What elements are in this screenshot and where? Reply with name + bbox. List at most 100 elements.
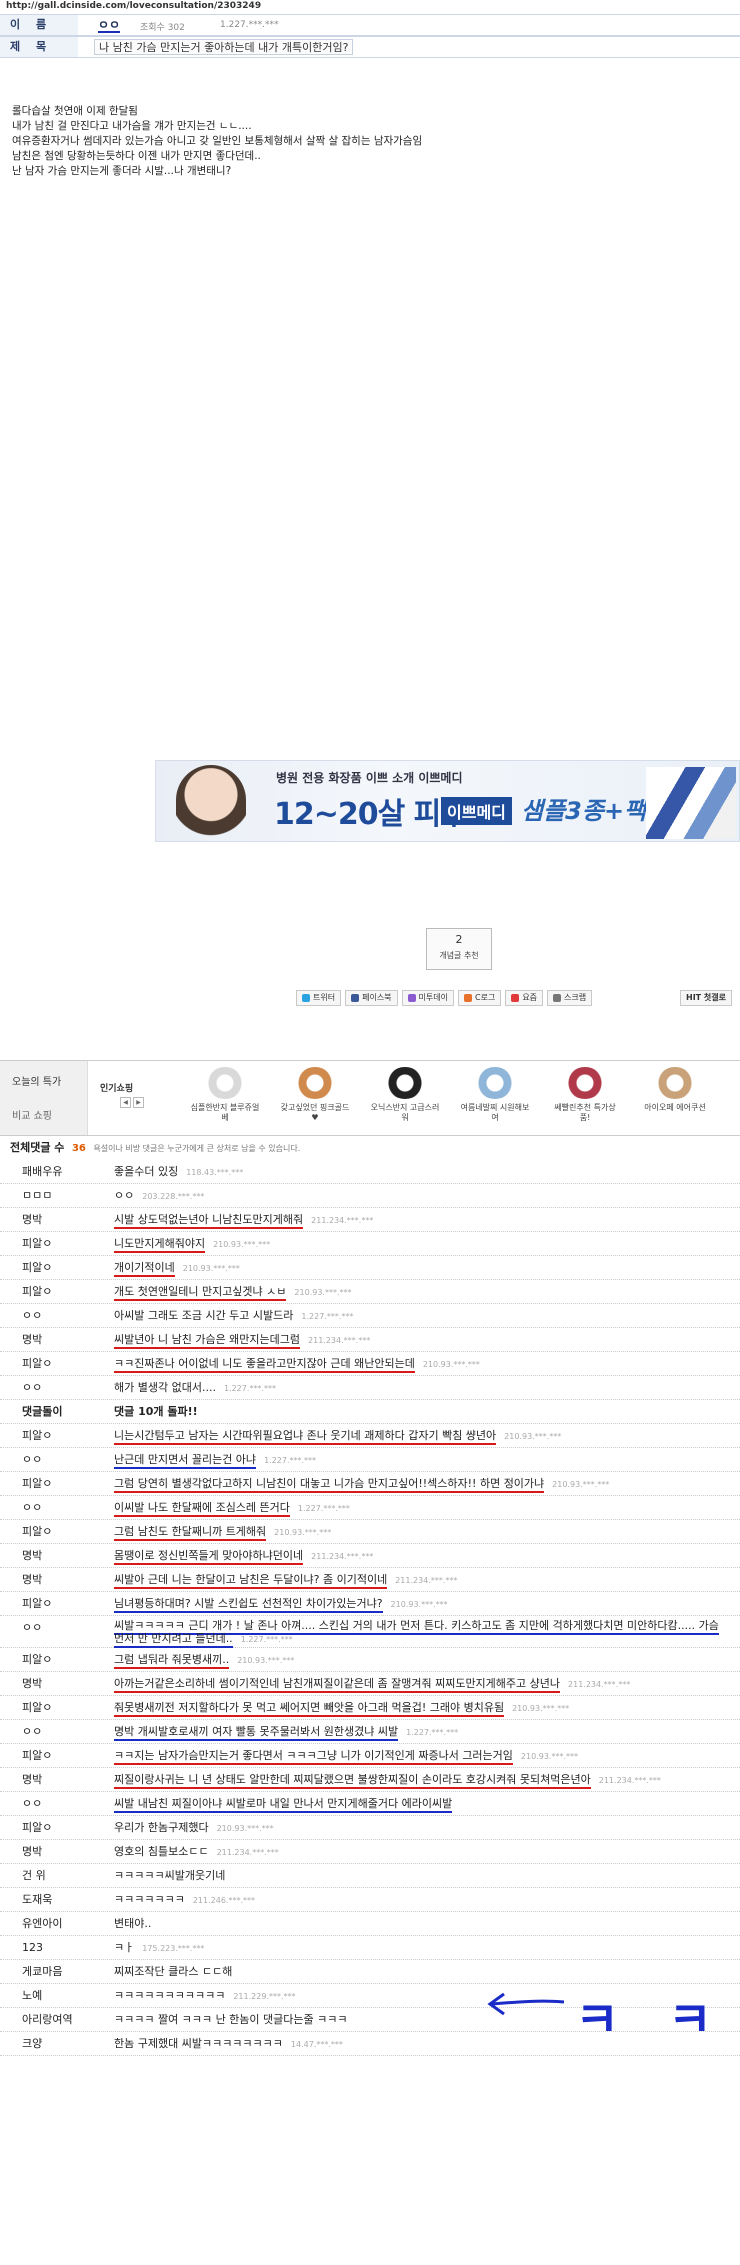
- comment-nick[interactable]: 유엔아이: [22, 1912, 62, 1936]
- comment-body: 난근데 만지면서 꼴리는건 아냐 1.227.***.***: [114, 1448, 316, 1472]
- comment-nick[interactable]: ㅇㅇ: [22, 1448, 42, 1472]
- comment-nick[interactable]: 아리랑여역: [22, 2008, 73, 2032]
- comment-row: 피알ㅇ 그럼 냅둬라 줘못병새끼.. 210.93.***.***: [0, 1648, 740, 1672]
- comment-nick[interactable]: ㅇㅇ: [22, 1376, 42, 1400]
- comment-nick[interactable]: 도재욱: [22, 1888, 52, 1912]
- comment-row: 건 위 ㅋㅋㅋㅋㅋ씨발개웃기네: [0, 1864, 740, 1888]
- comment-nick[interactable]: ㅁㅁㅁ: [22, 1184, 52, 1208]
- comment-nick[interactable]: 피알ㅇ: [22, 1648, 52, 1672]
- yozm-icon: [511, 994, 520, 1002]
- comment-nick[interactable]: 댓글돌이: [22, 1400, 62, 1424]
- comment-nick[interactable]: 피알ㅇ: [22, 1816, 52, 1840]
- shop-item[interactable]: 아이오페 에어쿠션: [640, 1067, 710, 1113]
- comment-nick[interactable]: 피알ㅇ: [22, 1280, 52, 1304]
- shop-item[interactable]: 여름네발찌 시원해보여: [460, 1067, 530, 1123]
- share-button-3[interactable]: C로그: [458, 990, 502, 1006]
- shop-next-button[interactable]: ▶: [133, 1097, 144, 1108]
- comment-row: 피알ㅇ 니도만지게해줘야지 210.93.***.***: [0, 1232, 740, 1256]
- comment-row: 패배우유 좋을수더 있징 118.43.***.***: [0, 1160, 740, 1184]
- comment-body: 씨발년아 니 남친 가슴은 왜만지는데그럼 211.234.***.***: [114, 1328, 370, 1352]
- comment-body: 좋을수더 있징 118.43.***.***: [114, 1160, 243, 1184]
- comment-nick[interactable]: 피알ㅇ: [22, 1472, 52, 1496]
- share-button-1[interactable]: 페이스북: [345, 990, 398, 1006]
- comment-nick[interactable]: 피알ㅇ: [22, 1696, 52, 1720]
- comment-ip: 210.93.***.***: [182, 1264, 240, 1273]
- comment-row: 명박 시발 상도덕없는년아 니남친도만지게해줘 211.234.***.***: [0, 1208, 740, 1232]
- comment-body: 몸땡이로 정신빈쪽들게 맞아야하냐던이네 211.234.***.***: [114, 1544, 373, 1568]
- comment-ip: 210.93.***.***: [274, 1528, 332, 1537]
- shop-side-tabs: 오늘의 특가 비교 쇼핑: [0, 1061, 88, 1135]
- comment-text: 아씨발 그래도 조금 시간 두고 시발드라: [114, 1309, 294, 1322]
- comment-nick[interactable]: ㅇㅇ: [22, 1720, 42, 1744]
- comment-nick[interactable]: 피알ㅇ: [22, 1256, 52, 1280]
- comment-nick[interactable]: 명박: [22, 1208, 42, 1232]
- comment-text: 영호의 침틀보소ㄷㄷ: [114, 1845, 209, 1858]
- comment-nick[interactable]: 노예: [22, 1984, 42, 2008]
- comment-nick[interactable]: 피알ㅇ: [22, 1232, 52, 1256]
- ad-banner[interactable]: 병원 전용 화장품 이쁘 소개 이쁘메디 12~20살 피부로! 이쁘메디 샘플…: [155, 760, 740, 842]
- comment-nick[interactable]: 123: [22, 1936, 43, 1960]
- shop-item[interactable]: 쎄빨린추천 특가상품!: [550, 1067, 620, 1123]
- comment-count-title: 전체댓글 수: [10, 1141, 65, 1154]
- comment-ip: 175.223.***.***: [142, 1944, 205, 1953]
- comment-ip: 210.93.***.***: [294, 1288, 352, 1297]
- page-url: http://gall.dcinside.com/loveconsultatio…: [6, 1, 262, 11]
- comment-nick[interactable]: ㅇㅇ: [22, 1496, 42, 1520]
- comment-body: 아씨발 그래도 조금 시간 두고 시발드라 1.227.***.***: [114, 1304, 353, 1328]
- recommend-button[interactable]: 2 개념글 추천: [426, 928, 492, 970]
- share-button-0[interactable]: 트위터: [296, 990, 342, 1006]
- hit-gallery-button[interactable]: HIT 첫갤로: [680, 990, 732, 1006]
- comment-nick[interactable]: 패배우유: [22, 1160, 62, 1184]
- shopping-strip: 오늘의 특가 비교 쇼핑 인기쇼핑 ◀ ▶ 심플한반지 블루쥬얼베 갖고싶었던 핑…: [0, 1060, 740, 1136]
- comment-ip: 211.229.***.***: [233, 1992, 296, 2001]
- tab-compare-shopping[interactable]: 비교 쇼핑: [12, 1107, 52, 1122]
- ad-brand: 이쁘메디: [441, 797, 512, 825]
- comment-nick[interactable]: 명박: [22, 1672, 42, 1696]
- comment-ip: 1.227.***.***: [297, 1504, 350, 1513]
- ad-product-image: [646, 767, 736, 839]
- comment-ip: 211.234.***.***: [308, 1336, 371, 1345]
- comment-nick[interactable]: 명박: [22, 1840, 42, 1864]
- share-button-5[interactable]: 스크랩: [547, 990, 593, 1006]
- comment-row: 유엔아이 변태야..: [0, 1912, 740, 1936]
- comment-text: 좋을수더 있징: [114, 1165, 179, 1178]
- comment-body: 명박 개씨발호로새끼 여자 빨통 못주물러봐서 원한생겼냐 씨발 1.227.**…: [114, 1720, 458, 1744]
- comment-body: 시발 상도덕없는년아 니남친도만지게해줘 211.234.***.***: [114, 1208, 373, 1232]
- comment-body: 씨발아 근데 니는 한달이고 남친은 두달이냐? 좀 이기적이네 211.234.…: [114, 1568, 457, 1592]
- comment-text: 씨발아 근데 니는 한달이고 남친은 두달이냐? 좀 이기적이네: [114, 1573, 388, 1589]
- comment-ip: 210.93.***.***: [504, 1432, 562, 1441]
- comment-nick[interactable]: 피알ㅇ: [22, 1744, 52, 1768]
- post-hits: 조회수 302: [140, 23, 185, 33]
- comment-nick[interactable]: ㅇㅇ: [22, 1792, 42, 1816]
- ad-small-text: 병원 전용 화장품 이쁘 소개 이쁘메디: [276, 771, 463, 785]
- shop-item-name: 심플한반지 블루쥬얼베: [190, 1103, 260, 1122]
- comment-text: 씨발 내남친 찌질이아냐 씨발로마 내일 만나서 만지게해줄거다 에라이씨발: [114, 1797, 453, 1813]
- comment-nick[interactable]: 크양: [22, 2032, 42, 2056]
- comment-notice: 욕설이나 비방 댓글은 누군가에게 큰 상처로 남을 수 있습니다.: [93, 1144, 301, 1153]
- comment-nick[interactable]: 피알ㅇ: [22, 1424, 52, 1448]
- comment-nick[interactable]: 명박: [22, 1568, 42, 1592]
- comment-nick[interactable]: ㅇㅇ: [22, 1616, 42, 1640]
- comment-row: 피알ㅇ 개도 첫연앤일테니 만지고싶겟냐 ㅅㅂ 210.93.***.***: [0, 1280, 740, 1304]
- post-author[interactable]: ㅇㅇ: [98, 19, 121, 33]
- shop-prev-button[interactable]: ◀: [120, 1097, 131, 1108]
- comment-nick[interactable]: 피알ㅇ: [22, 1520, 52, 1544]
- comment-body: 해가 별생각 없대서.... 1.227.***.***: [114, 1376, 276, 1400]
- post-body-line: 여유증환자거나 썸데지라 있는가슴 아니고 갖 일반인 보통체형해서 살짝 살 …: [12, 135, 423, 147]
- share-button-2[interactable]: 미투데이: [401, 990, 454, 1006]
- comment-nick[interactable]: ㅇㅇ: [22, 1304, 42, 1328]
- comment-nick[interactable]: 명박: [22, 1328, 42, 1352]
- comment-row: ㅇㅇ 명박 개씨발호로새끼 여자 빨통 못주물러봐서 원한생겼냐 씨발 1.227.…: [0, 1720, 740, 1744]
- comment-nick[interactable]: 게쿄마음: [22, 1960, 62, 1984]
- comment-nick[interactable]: 명박: [22, 1768, 42, 1792]
- shop-item[interactable]: 심플한반지 블루쥬얼베: [190, 1067, 260, 1123]
- comment-nick[interactable]: 명박: [22, 1544, 42, 1568]
- shop-item[interactable]: 오닉스반지 고급스러워: [370, 1067, 440, 1123]
- comment-nick[interactable]: 건 위: [22, 1864, 46, 1888]
- shop-item[interactable]: 갖고싶었던 핑크골드♥: [280, 1067, 350, 1123]
- share-button-4[interactable]: 요즘: [505, 990, 544, 1006]
- comment-ip: 211.234.***.***: [311, 1552, 374, 1561]
- comment-nick[interactable]: 피알ㅇ: [22, 1352, 52, 1376]
- tab-today-special[interactable]: 오늘의 특가: [12, 1073, 61, 1088]
- comment-nick[interactable]: 피알ㅇ: [22, 1592, 52, 1616]
